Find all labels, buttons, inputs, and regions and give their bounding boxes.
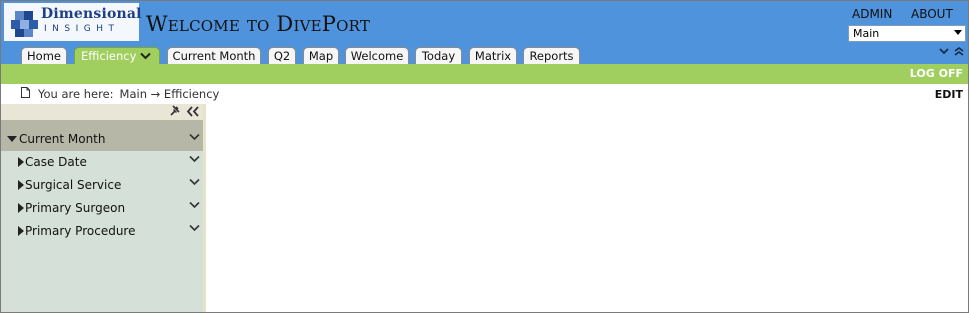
about-link[interactable]: ABOUT [911,7,953,21]
dimensional-insight-logo[interactable]: Dimensional INSIGHT [4,3,142,41]
tab-current-month[interactable]: Current Month [167,47,261,64]
tab-welcome[interactable]: Welcome [345,47,409,64]
tab-today[interactable]: Today [415,47,462,64]
cube-logo-icon [11,11,38,37]
dropdown-arrow-icon [954,30,962,35]
page-title: Welcome to DivePort [146,12,371,36]
tab-label: Map [308,49,334,63]
double-chevron-left-icon[interactable] [186,106,200,117]
tab-reports[interactable]: Reports [523,47,580,64]
filter-panel: Current Month Case Date Surgical Service… [1,104,206,312]
tab-label: Welcome [350,49,404,63]
page-select-value: Main [853,27,880,40]
page-select[interactable]: Main [848,25,966,42]
filter-item-primary-surgeon[interactable]: Primary Surgeon [1,199,203,222]
chevron-down-icon[interactable] [939,47,949,56]
tab-map[interactable]: Map [303,47,339,64]
breadcrumb: You are here: Main → Efficiency EDIT [1,84,968,104]
chevron-down-icon[interactable] [189,201,200,209]
content-area [206,104,968,312]
triangle-right-icon[interactable] [18,157,24,167]
action-bar: LOG OFF [1,64,968,84]
admin-link[interactable]: ADMIN [852,7,892,21]
triangle-down-icon[interactable] [7,136,17,142]
chevron-down-icon[interactable] [189,133,200,141]
chevron-down-icon[interactable] [189,178,200,186]
filter-item-label: Primary Procedure [25,224,136,238]
breadcrumb-text: You are here: Main → Efficiency [38,87,219,101]
double-chevron-up-icon[interactable] [954,47,964,56]
breadcrumb-path[interactable]: Main → Efficiency [120,87,220,101]
tab-label: Home [27,49,61,63]
filter-item-primary-procedure[interactable]: Primary Procedure [1,222,203,245]
tab-label: Q2 [273,49,291,63]
panel-toolbar [1,104,203,120]
tab-label: Reports [529,49,574,63]
tab-label: Current Month [172,49,256,63]
chevron-down-icon[interactable] [189,224,200,232]
chevron-down-icon[interactable] [140,52,151,60]
logo-text-top: Dimensional [41,6,142,22]
triangle-right-icon[interactable] [18,226,24,236]
filter-item-surgical-service[interactable]: Surgical Service [1,176,203,199]
tab-label: Matrix [474,49,512,63]
tab-q2[interactable]: Q2 [268,47,296,64]
tab-home[interactable]: Home [21,47,67,64]
filter-item-case-date[interactable]: Case Date [1,153,203,176]
logo-text-bottom: INSIGHT [44,24,120,34]
tab-efficiency[interactable]: Efficiency [74,47,160,64]
filter-item-label: Surgical Service [25,178,122,192]
tab-label: Efficiency [81,49,137,63]
tab-label: Today [421,49,456,63]
tab-matrix[interactable]: Matrix [469,47,517,64]
chevron-down-icon[interactable] [189,155,200,163]
group-current-month[interactable]: Current Month [1,120,203,151]
filter-item-label: Primary Surgeon [25,201,126,215]
header: Dimensional INSIGHT Welcome to DivePort … [1,1,968,64]
breadcrumb-prefix: You are here: [38,87,114,101]
filter-item-label: Case Date [25,155,87,169]
edit-link[interactable]: EDIT [935,88,963,101]
triangle-right-icon[interactable] [18,180,24,190]
diveport-window: Dimensional INSIGHT Welcome to DivePort … [0,0,969,313]
group-label: Current Month [19,132,106,146]
pin-icon[interactable] [170,105,181,117]
document-icon [21,87,30,98]
logoff-link[interactable]: LOG OFF [910,67,963,80]
triangle-right-icon[interactable] [18,203,24,213]
